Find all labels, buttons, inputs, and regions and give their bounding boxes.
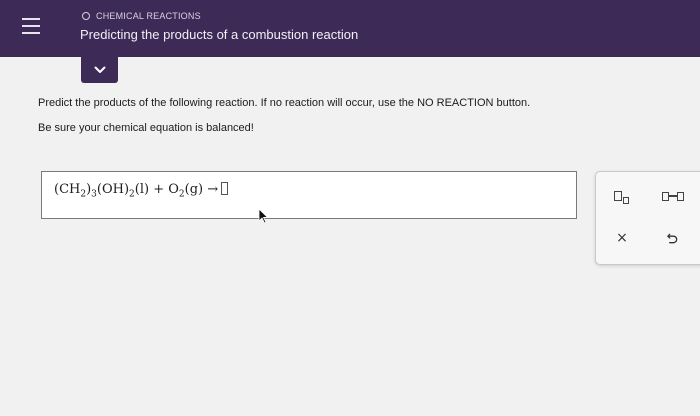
collapse-toggle-button[interactable] [81,57,118,83]
header-bar: CHEMICAL REACTIONS Predicting the produc… [0,0,700,57]
subscript-small-box [622,196,629,204]
instructions: Predict the products of the following re… [38,97,530,134]
topic-line: CHEMICAL REACTIONS [82,9,201,23]
product-input-slot[interactable] [221,182,229,195]
undo-button[interactable] [662,228,682,248]
hamburger-icon[interactable] [22,18,40,34]
instruction-line-2: Be sure your chemical equation is balanc… [38,122,254,134]
eq-plus-o: + O [149,182,179,197]
topic-status-icon [82,12,90,20]
topic-label: CHEMICAL REACTIONS [96,11,201,21]
equation-answer-box[interactable]: (CH2)3(OH)2(l) + O2(g) → [41,171,577,219]
chemical-equation: (CH2)3(OH)2(l) + O2(g) → [54,182,229,200]
subscript-icon [613,191,622,201]
eq-phase-liquid: (l) [134,182,150,197]
tool-palette: × [595,171,700,265]
eq-oh: (OH) [96,182,130,197]
subscript-button[interactable] [608,186,634,206]
clear-button[interactable]: × [612,228,632,248]
eq-phase-gas: (g) [184,182,204,197]
reaction-arrow-line [669,195,677,197]
close-icon: × [616,230,628,246]
page-title: Predicting the products of a combustion … [80,27,359,42]
eq-ch: (CH [54,182,81,197]
mouse-cursor-icon [258,208,268,224]
eq-arrow: → [203,182,219,197]
undo-icon [666,233,677,243]
chevron-down-icon [94,66,105,73]
reaction-arrow-button[interactable] [656,186,690,206]
instruction-line-1: Predict the products of the following re… [38,97,531,109]
reaction-arrow-icon [662,191,669,201]
reaction-arrow-box-right [677,191,684,201]
